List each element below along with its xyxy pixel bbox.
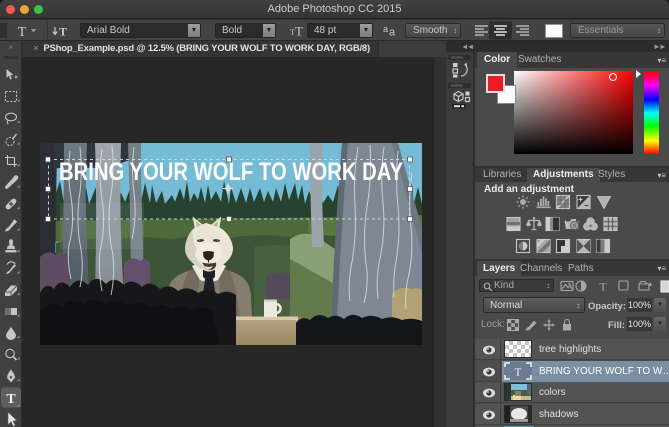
svg-text:T: T [515,366,522,378]
svg-text:T: T [599,280,607,294]
svg-text:a: a [383,24,388,34]
svg-text:T: T [295,24,303,39]
svg-text:T: T [59,25,67,39]
svg-text:T: T [18,25,27,40]
svg-text:a: a [389,27,396,39]
svg-text:T: T [6,392,16,407]
svg-text:»: » [9,44,13,51]
